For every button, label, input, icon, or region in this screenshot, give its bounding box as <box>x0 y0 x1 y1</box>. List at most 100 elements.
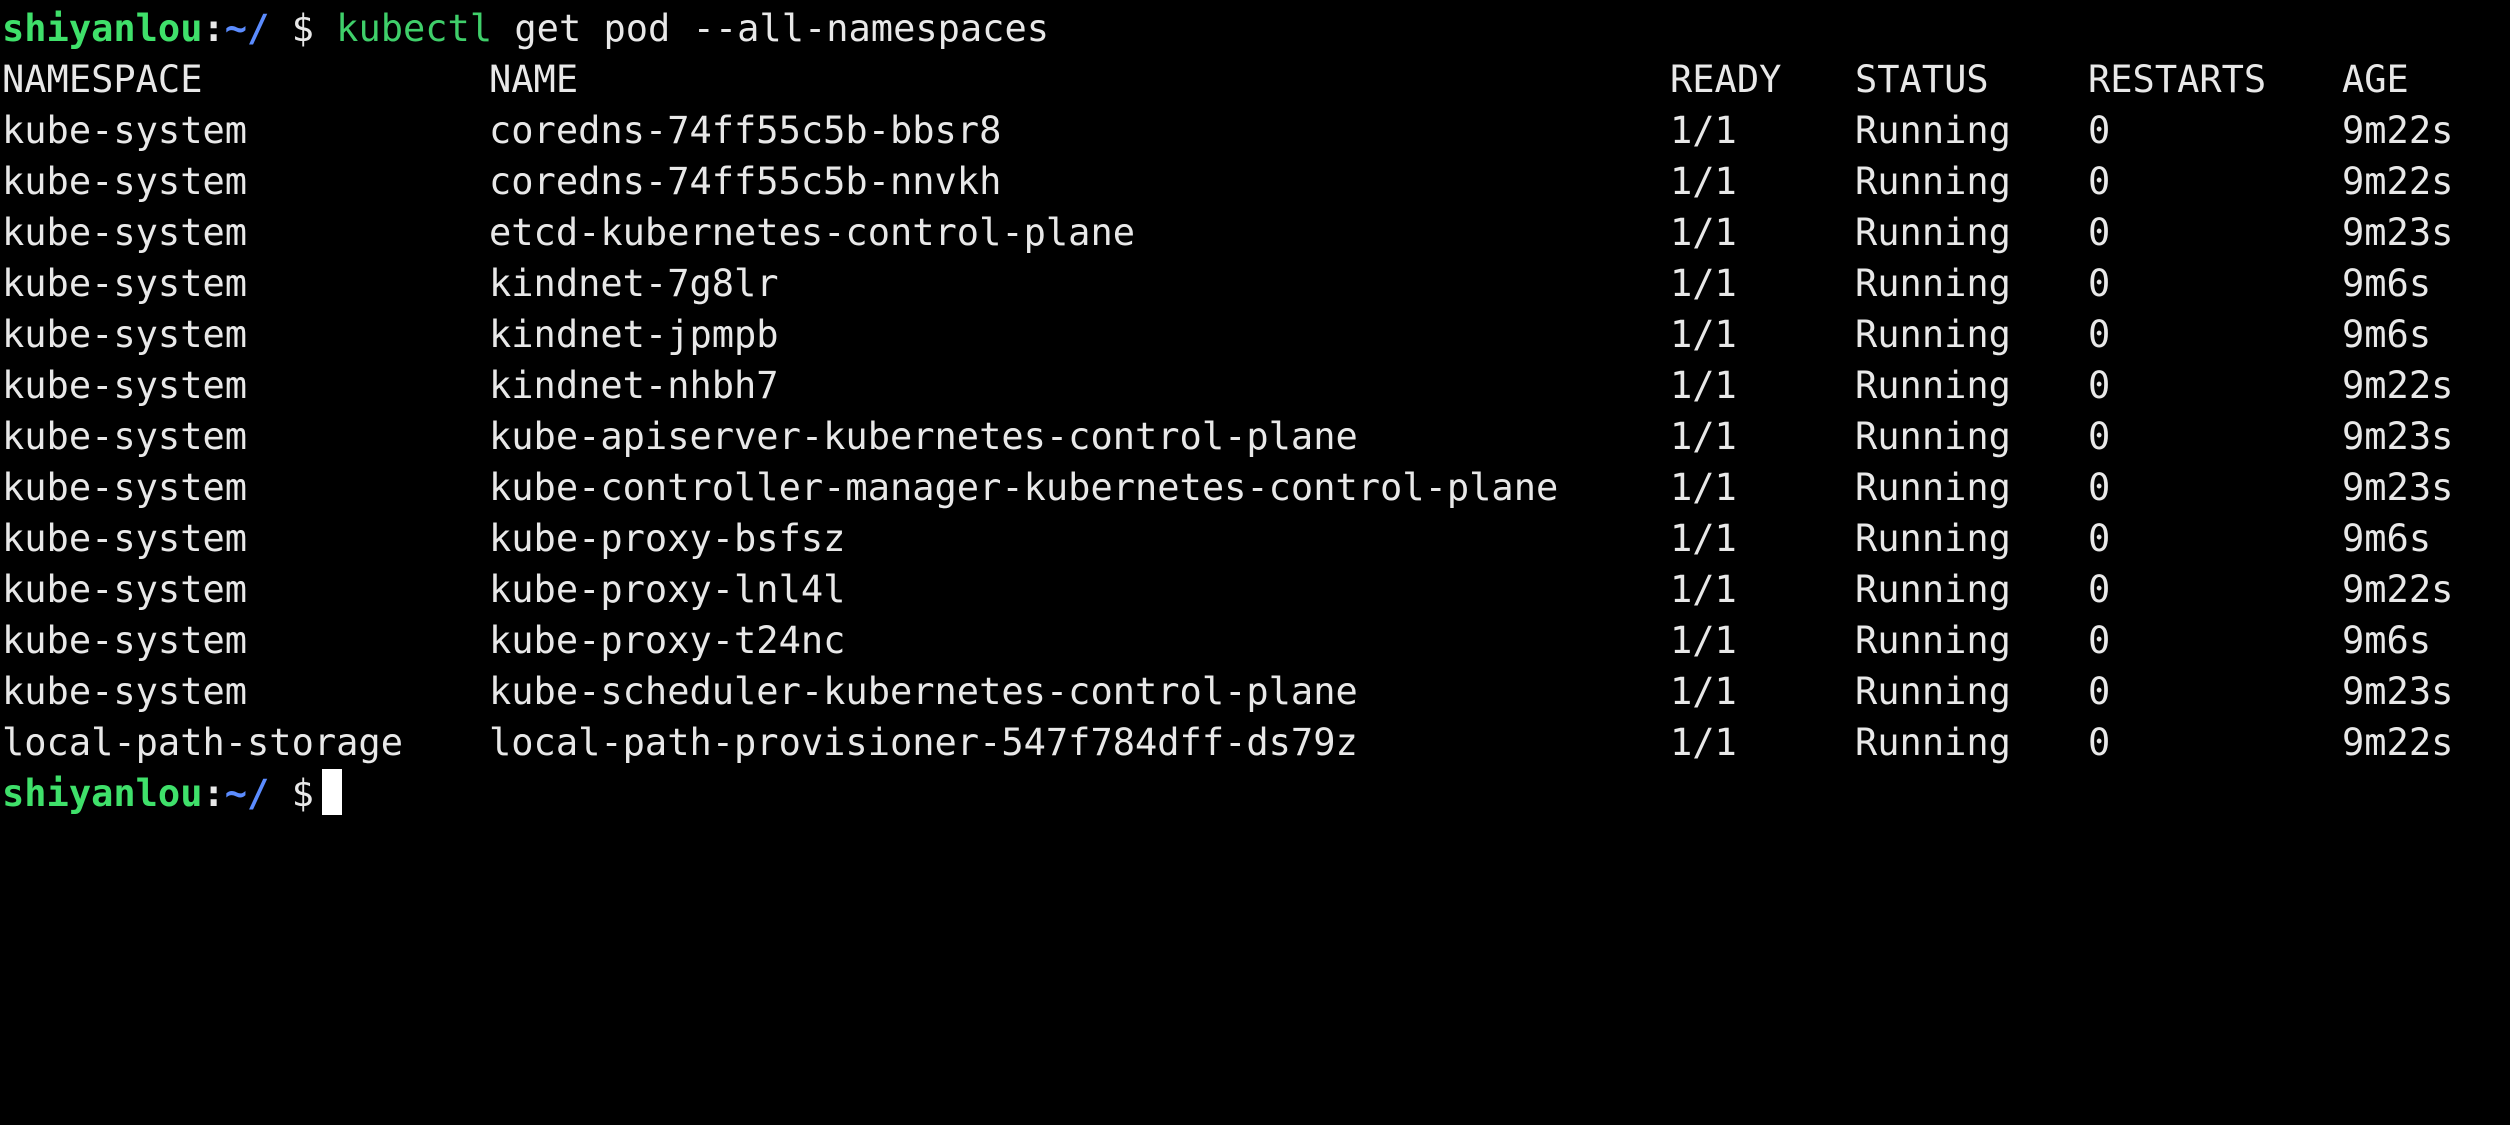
prompt-colon: : <box>202 772 225 815</box>
cell-name: kube-scheduler-kubernetes-control-plane <box>489 670 1358 713</box>
table-row: kube-system kindnet-7g8lr 1/1 Running 0 … <box>0 258 2510 309</box>
table-row: kube-system kube-proxy-t24nc 1/1 Running… <box>0 615 2510 666</box>
cell-namespace: kube-system <box>2 466 248 509</box>
cell-ready: 1/1 <box>1670 568 1737 611</box>
table-row: kube-system etcd-kubernetes-control-plan… <box>0 207 2510 258</box>
cell-status: Running <box>1855 415 2011 458</box>
cell-ready: 1/1 <box>1670 211 1737 254</box>
cell-name: kindnet-nhbh7 <box>489 364 779 407</box>
cell-namespace: kube-system <box>2 160 248 203</box>
cell-status: Running <box>1855 568 2011 611</box>
cell-restarts: 0 <box>2088 670 2111 713</box>
cell-age: 9m22s <box>2342 160 2454 203</box>
cell-status: Running <box>1855 109 2011 152</box>
cell-age: 9m22s <box>2342 364 2454 407</box>
cell-ready: 1/1 <box>1670 364 1737 407</box>
header-name: NAME <box>489 58 579 101</box>
text-cursor[interactable] <box>321 769 342 815</box>
table-row: kube-system kindnet-jpmpb 1/1 Running 0 … <box>0 309 2510 360</box>
cell-name: kube-apiserver-kubernetes-control-plane <box>489 415 1358 458</box>
cell-restarts: 0 <box>2088 466 2111 509</box>
table-row: kube-system kindnet-nhbh7 1/1 Running 0 … <box>0 360 2510 411</box>
cell-age: 9m23s <box>2342 415 2454 458</box>
cell-status: Running <box>1855 262 2011 305</box>
prompt-colon: : <box>202 7 225 50</box>
cell-age: 9m6s <box>2342 517 2432 560</box>
header-age: AGE <box>2342 58 2409 101</box>
cell-status: Running <box>1855 517 2011 560</box>
prompt-user-host: shiyanlou <box>2 772 203 815</box>
command-name: kubectl <box>336 7 493 50</box>
cell-name: kube-controller-manager-kubernetes-contr… <box>489 466 1559 509</box>
table-row: kube-system coredns-74ff55c5b-bbsr8 1/1 … <box>0 105 2510 156</box>
cell-restarts: 0 <box>2088 721 2111 764</box>
header-status: STATUS <box>1855 58 1989 101</box>
cell-age: 9m6s <box>2342 313 2432 356</box>
cell-age: 9m23s <box>2342 670 2454 713</box>
table-row: local-path-storage local-path-provisione… <box>0 717 2510 768</box>
table-row: kube-system kube-apiserver-kubernetes-co… <box>0 411 2510 462</box>
cell-ready: 1/1 <box>1670 160 1737 203</box>
cell-restarts: 0 <box>2088 415 2111 458</box>
cell-age: 9m6s <box>2342 619 2432 662</box>
cell-status: Running <box>1855 670 2011 713</box>
cell-age: 9m22s <box>2342 721 2454 764</box>
cell-name: coredns-74ff55c5b-nnvkh <box>489 160 1002 203</box>
prompt-user-host: shiyanlou <box>2 7 203 50</box>
cell-restarts: 0 <box>2088 262 2111 305</box>
cell-namespace: local-path-storage <box>2 721 403 764</box>
cell-namespace: kube-system <box>2 109 248 152</box>
prompt-dollar: $ <box>291 772 314 815</box>
cell-status: Running <box>1855 160 2011 203</box>
table-header: NAMESPACE NAME READY STATUS RESTARTS AGE <box>0 54 2510 105</box>
table-row: kube-system coredns-74ff55c5b-nnvkh 1/1 … <box>0 156 2510 207</box>
cell-status: Running <box>1855 364 2011 407</box>
cell-namespace: kube-system <box>2 313 248 356</box>
cell-status: Running <box>1855 466 2011 509</box>
table-row: kube-system kube-scheduler-kubernetes-co… <box>0 666 2510 717</box>
prompt-dollar: $ <box>291 7 314 50</box>
cell-namespace: kube-system <box>2 262 248 305</box>
cell-age: 9m23s <box>2342 211 2454 254</box>
cell-ready: 1/1 <box>1670 313 1737 356</box>
cell-namespace: kube-system <box>2 619 248 662</box>
cell-namespace: kube-system <box>2 364 248 407</box>
command-line: shiyanlou:~/ $ kubectl get pod --all-nam… <box>0 3 2510 54</box>
cell-restarts: 0 <box>2088 517 2111 560</box>
cell-ready: 1/1 <box>1670 109 1737 152</box>
cell-ready: 1/1 <box>1670 517 1737 560</box>
input-line[interactable]: shiyanlou:~/ $ <box>0 768 2510 819</box>
cell-name: kube-proxy-t24nc <box>489 619 846 662</box>
cell-age: 9m23s <box>2342 466 2454 509</box>
command-args: get pod --all-namespaces <box>514 7 1050 50</box>
cell-name: local-path-provisioner-547f784dff-ds79z <box>489 721 1358 764</box>
cell-ready: 1/1 <box>1670 670 1737 713</box>
cell-status: Running <box>1855 211 2011 254</box>
cell-restarts: 0 <box>2088 313 2111 356</box>
cell-restarts: 0 <box>2088 160 2111 203</box>
cell-name: kube-proxy-bsfsz <box>489 517 846 560</box>
cell-age: 9m22s <box>2342 568 2454 611</box>
prompt-path: ~/ <box>224 7 270 50</box>
cell-ready: 1/1 <box>1670 415 1737 458</box>
cell-restarts: 0 <box>2088 568 2111 611</box>
cell-restarts: 0 <box>2088 619 2111 662</box>
cell-age: 9m22s <box>2342 109 2454 152</box>
terminal-window[interactable]: shiyanlou:~/ $ kubectl get pod --all-nam… <box>0 0 2510 832</box>
cell-name: kube-proxy-lnl4l <box>489 568 846 611</box>
prompt-path: ~/ <box>224 772 270 815</box>
cell-status: Running <box>1855 721 2011 764</box>
cell-status: Running <box>1855 313 2011 356</box>
cell-restarts: 0 <box>2088 109 2111 152</box>
table-row: kube-system kube-proxy-bsfsz 1/1 Running… <box>0 513 2510 564</box>
table-row: kube-system kube-proxy-lnl4l 1/1 Running… <box>0 564 2510 615</box>
header-ready: READY <box>1670 58 1782 101</box>
cell-ready: 1/1 <box>1670 721 1737 764</box>
cell-namespace: kube-system <box>2 415 248 458</box>
cell-restarts: 0 <box>2088 364 2111 407</box>
header-namespace: NAMESPACE <box>2 58 203 101</box>
table-row: kube-system kube-controller-manager-kube… <box>0 462 2510 513</box>
cell-namespace: kube-system <box>2 670 248 713</box>
cell-name: coredns-74ff55c5b-bbsr8 <box>489 109 1002 152</box>
cell-ready: 1/1 <box>1670 466 1737 509</box>
